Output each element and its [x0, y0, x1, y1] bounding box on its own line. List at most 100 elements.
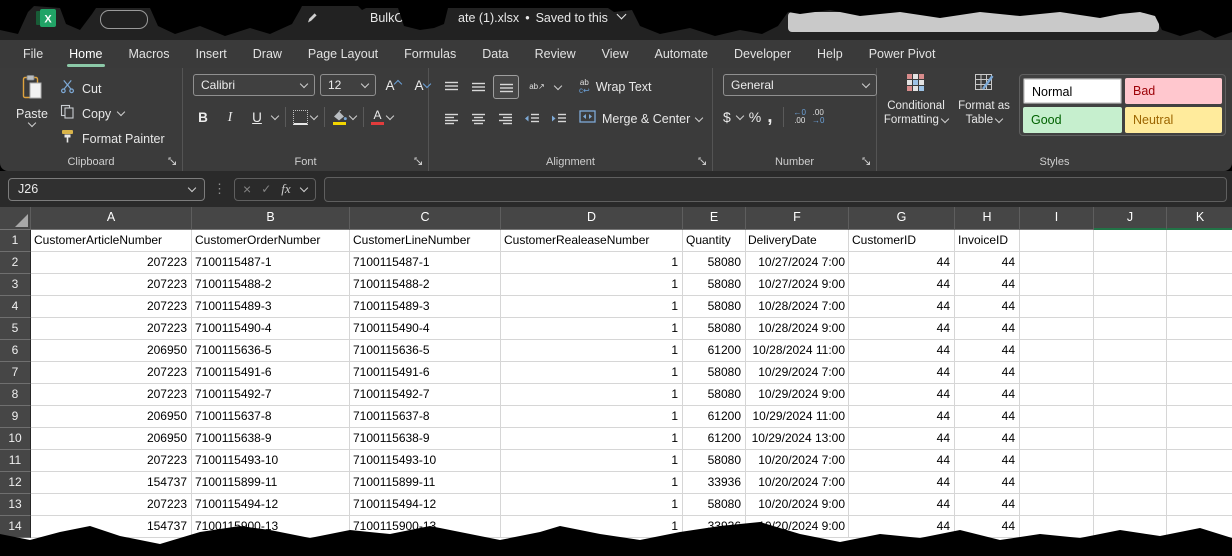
- cell-J4[interactable]: [1094, 296, 1167, 318]
- cell-D6[interactable]: 1: [501, 340, 683, 362]
- align-center-button[interactable]: [466, 108, 490, 130]
- cell-H5[interactable]: 44: [955, 318, 1020, 340]
- tab-help[interactable]: Help: [804, 40, 856, 68]
- cell-A1[interactable]: CustomerArticleNumber: [31, 230, 192, 252]
- cell-I8[interactable]: [1020, 384, 1094, 406]
- cell-G4[interactable]: 44: [849, 296, 955, 318]
- cell-A3[interactable]: 207223: [31, 274, 192, 296]
- tab-data[interactable]: Data: [469, 40, 521, 68]
- cell-D9[interactable]: 1: [501, 406, 683, 428]
- cell-I4[interactable]: [1020, 296, 1094, 318]
- cell-G12[interactable]: 44: [849, 472, 955, 494]
- cell-J6[interactable]: [1094, 340, 1167, 362]
- underline-button[interactable]: U: [245, 110, 269, 125]
- cell-B14[interactable]: 7100115900-13: [192, 516, 350, 538]
- cell-A11[interactable]: 207223: [31, 450, 192, 472]
- decrease-indent-button[interactable]: [520, 108, 544, 130]
- cell-J7[interactable]: [1094, 362, 1167, 384]
- cell-F4[interactable]: 10/28/2024 7:00: [746, 296, 849, 318]
- col-header-k[interactable]: K: [1167, 207, 1232, 230]
- percent-button[interactable]: %: [749, 109, 761, 125]
- cell-B10[interactable]: 7100115638-9: [192, 428, 350, 450]
- row-header-10[interactable]: 10: [0, 428, 31, 450]
- increase-decimal-button[interactable]: ←0 .00: [794, 109, 806, 125]
- cell-K13[interactable]: [1167, 494, 1232, 516]
- row-header-8[interactable]: 8: [0, 384, 31, 406]
- row-header-12[interactable]: 12: [0, 472, 31, 494]
- cell-B11[interactable]: 7100115493-10: [192, 450, 350, 472]
- currency-button[interactable]: $: [723, 109, 731, 125]
- style-good[interactable]: Good: [1023, 107, 1122, 133]
- number-format-combobox[interactable]: General: [723, 74, 877, 96]
- cell-E2[interactable]: 58080: [683, 252, 746, 274]
- row-header-5[interactable]: 5: [0, 318, 31, 340]
- cell-B5[interactable]: 7100115490-4: [192, 318, 350, 340]
- cell-F7[interactable]: 10/29/2024 7:00: [746, 362, 849, 384]
- cell-A2[interactable]: 207223: [31, 252, 192, 274]
- cell-K14[interactable]: [1167, 516, 1232, 538]
- cell-C12[interactable]: 7100115899-11: [350, 472, 501, 494]
- cell-G3[interactable]: 44: [849, 274, 955, 296]
- cell-H1[interactable]: InvoiceID: [955, 230, 1020, 252]
- dialog-launcher-icon[interactable]: [168, 157, 177, 166]
- cell-F13[interactable]: 10/20/2024 9:00: [746, 494, 849, 516]
- cell-H6[interactable]: 44: [955, 340, 1020, 362]
- cell-I13[interactable]: [1020, 494, 1094, 516]
- tab-view[interactable]: View: [589, 40, 642, 68]
- select-all-corner[interactable]: [0, 207, 31, 230]
- cell-B3[interactable]: 7100115488-2: [192, 274, 350, 296]
- autosave-toggle[interactable]: [100, 10, 148, 29]
- comma-style-button[interactable]: ,: [767, 106, 772, 128]
- cell-H2[interactable]: 44: [955, 252, 1020, 274]
- insert-function-button[interactable]: fx: [281, 181, 290, 197]
- name-box[interactable]: J26: [8, 178, 205, 201]
- cell-I14[interactable]: [1020, 516, 1094, 538]
- cell-F2[interactable]: 10/27/2024 7:00: [746, 252, 849, 274]
- cell-D3[interactable]: 1: [501, 274, 683, 296]
- cell-B6[interactable]: 7100115636-5: [192, 340, 350, 362]
- cell-A10[interactable]: 206950: [31, 428, 192, 450]
- bold-button[interactable]: B: [191, 110, 215, 125]
- row-header-1[interactable]: 1: [0, 230, 31, 252]
- cell-J5[interactable]: [1094, 318, 1167, 340]
- format-as-table-button[interactable]: Format as Table: [953, 74, 1015, 128]
- tab-draw[interactable]: Draw: [240, 40, 295, 68]
- cell-J8[interactable]: [1094, 384, 1167, 406]
- col-header-i[interactable]: I: [1020, 207, 1094, 230]
- cell-K7[interactable]: [1167, 362, 1232, 384]
- cell-D13[interactable]: 1: [501, 494, 683, 516]
- decrease-decimal-button[interactable]: .00 →0: [812, 109, 824, 125]
- row-header-11[interactable]: 11: [0, 450, 31, 472]
- chevron-down-icon[interactable]: [617, 10, 627, 20]
- row-header-2[interactable]: 2: [0, 252, 31, 274]
- cell-H9[interactable]: 44: [955, 406, 1020, 428]
- cell-C6[interactable]: 7100115636-5: [350, 340, 501, 362]
- col-header-g[interactable]: G: [849, 207, 955, 230]
- cell-A14[interactable]: 154737: [31, 516, 192, 538]
- cell-G13[interactable]: 44: [849, 494, 955, 516]
- cell-E8[interactable]: 58080: [683, 384, 746, 406]
- cell-D1[interactable]: CustomerRealeaseNumber: [501, 230, 683, 252]
- cell-K4[interactable]: [1167, 296, 1232, 318]
- cell-B4[interactable]: 7100115489-3: [192, 296, 350, 318]
- cell-C11[interactable]: 7100115493-10: [350, 450, 501, 472]
- row-header-9[interactable]: 9: [0, 406, 31, 428]
- align-left-button[interactable]: [439, 108, 463, 130]
- cell-E13[interactable]: 58080: [683, 494, 746, 516]
- formula-bar-handle[interactable]: ⋮: [213, 181, 226, 197]
- cell-G5[interactable]: 44: [849, 318, 955, 340]
- cell-J14[interactable]: [1094, 516, 1167, 538]
- font-size-combobox[interactable]: 12: [320, 74, 376, 96]
- search-box[interactable]: [788, 12, 1159, 32]
- cell-K10[interactable]: [1167, 428, 1232, 450]
- cell-D2[interactable]: 1: [501, 252, 683, 274]
- chevron-down-icon[interactable]: [310, 111, 318, 119]
- cell-J11[interactable]: [1094, 450, 1167, 472]
- cell-C14[interactable]: 7100115900-13: [350, 516, 501, 538]
- cell-G7[interactable]: 44: [849, 362, 955, 384]
- chevron-down-icon[interactable]: [271, 111, 279, 119]
- cell-E9[interactable]: 61200: [683, 406, 746, 428]
- font-color-button[interactable]: A: [371, 110, 384, 125]
- tab-formulas[interactable]: Formulas: [391, 40, 469, 68]
- cell-D7[interactable]: 1: [501, 362, 683, 384]
